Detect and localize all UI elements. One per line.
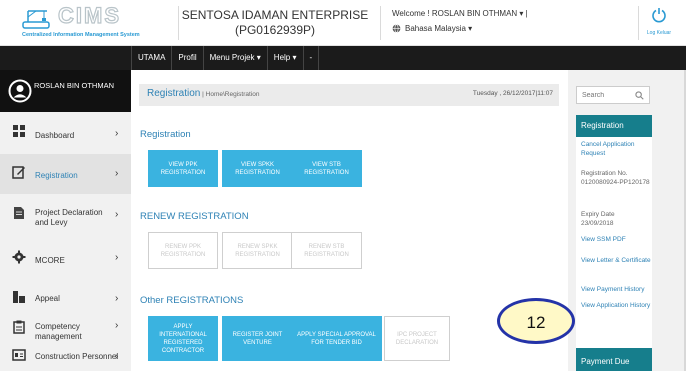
sidebar-item-label: Registration <box>35 171 78 180</box>
logo-title: CIMS <box>57 2 121 28</box>
id-card-icon <box>12 349 26 361</box>
nav-help[interactable]: Help ▾ <box>268 46 304 70</box>
step-number-callout: 12 <box>497 298 575 344</box>
chevron-right-icon: › <box>115 128 119 139</box>
registration-info-panel: Registration Cancel Application Request … <box>576 115 652 359</box>
clipboard-icon <box>13 320 25 334</box>
expiry-date-value: 23/09/2018 <box>581 220 614 227</box>
language-label: Bahasa Malaysia ▾ <box>405 24 473 33</box>
power-icon <box>652 8 666 23</box>
gear-icon <box>12 250 26 264</box>
sidebar-item-label: MCORE <box>35 256 65 265</box>
sidebar-item-appeal[interactable]: Appeal › <box>0 286 131 312</box>
logout-label: Log Keluar <box>646 30 672 36</box>
renew-ppk-registration-button[interactable]: RENEW PPK REGISTRATION <box>148 232 218 269</box>
view-spkk-registration-button[interactable]: VIEW SPKK REGISTRATION <box>222 150 293 187</box>
nav-menu-projek[interactable]: Menu Projek ▾ <box>204 46 268 70</box>
sidebar-item-label: Project Declaration and Levy <box>35 208 103 227</box>
user-panel: ROSLAN BIN OTHMAN <box>0 70 131 112</box>
ipc-project-declaration-button[interactable]: IPC PROJECT DECLARATION <box>384 316 450 361</box>
section-title-registration: Registration <box>140 129 191 140</box>
chevron-right-icon: › <box>115 293 119 304</box>
user-avatar-icon <box>8 79 32 103</box>
header-divider <box>178 6 179 40</box>
chevron-right-icon: › <box>115 351 119 362</box>
cancel-application-request-link[interactable]: Cancel Application Request <box>581 141 651 158</box>
chevron-right-icon: › <box>115 320 119 331</box>
app-header: CIMS Centralized Information Management … <box>0 0 686 46</box>
registration-number-value: 0120080924-PP120178 <box>581 179 650 186</box>
company-id: (PG0162939P) <box>234 23 316 37</box>
cims-logo[interactable]: CIMS Centralized Information Management … <box>18 2 140 43</box>
globe-icon <box>392 24 401 33</box>
page-title-text: Registration <box>147 88 201 99</box>
breadcrumb[interactable]: | Home\Registration <box>200 91 259 98</box>
appeal-icon <box>13 291 25 303</box>
dashboard-icon <box>13 125 25 137</box>
company-name: SENTOSA IDAMAN ENTERPRISE <box>181 8 369 22</box>
company-name-block: SENTOSA IDAMAN ENTERPRISE (PG0162939P) <box>180 8 370 38</box>
renew-stb-registration-button[interactable]: RENEW STB REGISTRATION <box>291 232 362 269</box>
view-application-history-link[interactable]: View Application History <box>581 302 651 311</box>
sidebar-item-label: Dashboard <box>35 131 75 140</box>
sidebar-item-competency[interactable]: Competency management › <box>0 316 131 342</box>
chevron-right-icon: › <box>115 168 119 179</box>
nav-extra[interactable]: - <box>304 46 320 70</box>
sidebar-item-mcore[interactable]: MCORE › <box>0 246 131 276</box>
step-number: 12 <box>526 313 546 332</box>
expiry-date-label: Expiry Date <box>581 211 615 218</box>
registration-number-label: Registration No. <box>581 170 628 177</box>
search-icon[interactable] <box>635 91 644 100</box>
current-date: Tuesday , 26/12/2017|11:07 <box>472 90 553 97</box>
sidebar-item-construction-personnel[interactable]: Construction Personnel › <box>0 344 131 370</box>
language-selector[interactable]: Bahasa Malaysia ▾ <box>392 24 472 33</box>
registration-panel-title: Registration <box>576 115 652 137</box>
chevron-right-icon: › <box>115 252 119 263</box>
apply-international-contractor-button[interactable]: APPLY INTERNATIONAL REGISTERED CONTRACTO… <box>148 316 218 361</box>
renew-spkk-registration-button[interactable]: RENEW SPKK REGISTRATION <box>222 232 293 269</box>
main-nav-bar: UTAMA Profil Menu Projek ▾ Help ▾ - <box>0 46 686 70</box>
breadcrumb-bar: Registration | Home\Registration Tuesday… <box>139 84 559 106</box>
chevron-right-icon: › <box>115 209 119 220</box>
search-input[interactable] <box>582 90 634 101</box>
apply-special-approval-button[interactable]: APPLY SPECIAL APPROVAL FOR TENDER BID <box>291 316 382 361</box>
register-joint-venture-button[interactable]: REGISTER JOINT VENTURE <box>222 316 293 361</box>
view-ssm-pdf-link[interactable]: View SSM PDF <box>581 236 651 245</box>
logo-subtitle: Centralized Information Management Syste… <box>22 32 140 38</box>
sidebar: ROSLAN BIN OTHMAN Dashboard › Registrati… <box>0 70 131 371</box>
logout-button[interactable]: Log Keluar <box>642 7 676 36</box>
sidebar-item-registration[interactable]: Registration › <box>0 154 131 194</box>
right-panel: Registration Cancel Application Request … <box>568 70 686 371</box>
page-title: Registration | Home\Registration <box>147 88 260 99</box>
view-ppk-registration-button[interactable]: VIEW PPK REGISTRATION <box>148 150 218 187</box>
view-letter-certificate-link[interactable]: View Letter & Certificate <box>581 257 651 266</box>
sidebar-item-dashboard[interactable]: Dashboard › <box>0 118 131 152</box>
welcome-user-menu[interactable]: Welcome ! ROSLAN BIN OTHMAN ▾ | <box>392 9 528 18</box>
user-name: ROSLAN BIN OTHMAN <box>34 81 115 90</box>
search-box[interactable] <box>576 86 650 104</box>
edit-icon <box>12 166 25 179</box>
header-divider <box>638 6 639 40</box>
payment-due-title: Payment Due <box>576 348 652 371</box>
crane-logo-icon <box>22 10 50 29</box>
sidebar-item-label: Competency management <box>35 322 82 341</box>
section-title-renew: RENEW REGISTRATION <box>140 211 249 222</box>
sidebar-item-label: Construction Personnel <box>35 352 119 361</box>
header-divider <box>380 6 381 40</box>
sidebar-item-project-declaration[interactable]: Project Declaration and Levy › <box>0 202 131 240</box>
sidebar-item-label: Appeal <box>35 294 60 303</box>
main-nav-items: UTAMA Profil Menu Projek ▾ Help ▾ - <box>131 46 320 70</box>
section-title-other: Other REGISTRATIONS <box>140 295 244 306</box>
nav-profil[interactable]: Profil <box>172 46 204 70</box>
nav-utama[interactable]: UTAMA <box>131 46 173 70</box>
document-icon <box>14 207 24 219</box>
view-payment-history-link[interactable]: View Payment History <box>581 286 651 295</box>
view-stb-registration-button[interactable]: VIEW STB REGISTRATION <box>291 150 362 187</box>
